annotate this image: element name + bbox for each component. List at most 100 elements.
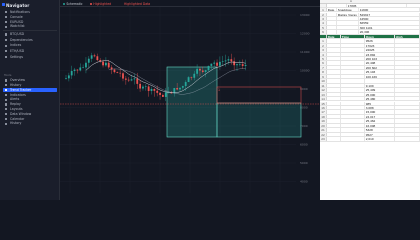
table-cell[interactable] — [341, 119, 365, 123]
table-cell[interactable] — [327, 12, 337, 16]
row-number[interactable]: 4 — [320, 21, 327, 25]
table-cell[interactable] — [327, 128, 341, 132]
table-cell[interactable]: 100,166 — [365, 74, 395, 79]
table-cell[interactable] — [327, 101, 341, 105]
row-number[interactable]: 7 — [320, 65, 327, 70]
table-cell[interactable]: Malgre Vieras — [337, 12, 359, 16]
table-cell[interactable] — [327, 21, 337, 25]
row-number[interactable]: 5 — [320, 57, 327, 61]
table-cell[interactable]: 985 — [365, 101, 395, 105]
table-cell[interactable]: 17805 — [347, 3, 407, 8]
table-cell[interactable] — [341, 132, 365, 137]
row-number[interactable]: 15 — [320, 101, 327, 106]
sidebar-item-layouts[interactable]: Layouts — [3, 107, 57, 112]
row-number[interactable]: 18 — [320, 114, 327, 119]
table-cell[interactable] — [327, 105, 341, 110]
table-cell[interactable] — [395, 39, 420, 43]
table-cell[interactable] — [337, 21, 359, 25]
row-number[interactable]: 2 — [320, 12, 327, 17]
table-cell[interactable]: 3,088 — [365, 105, 395, 110]
sidebar-item-trend-tracker[interactable]: Trend Tracker — [3, 87, 57, 93]
table-cell[interactable] — [327, 70, 341, 74]
chart-panel[interactable]: Schematic Highlighted Highlighted Data 1… — [60, 0, 320, 200]
table-cell[interactable] — [341, 105, 365, 110]
table-cell[interactable]: 9527 — [365, 132, 395, 137]
table-cell[interactable] — [395, 79, 420, 83]
table-cell[interactable] — [327, 43, 341, 48]
table-cell[interactable]: 300 1101 — [359, 25, 420, 30]
table-cell[interactable] — [327, 30, 337, 34]
row-number[interactable]: 1 — [320, 8, 327, 12]
row-number[interactable]: 20 — [320, 123, 327, 128]
tab-schematic[interactable]: Schematic — [63, 2, 83, 6]
row-number[interactable]: 12 — [320, 88, 327, 92]
table-cell[interactable] — [327, 79, 341, 83]
table-cell[interactable]: 16,008 — [365, 123, 395, 128]
table-cell[interactable] — [395, 74, 420, 79]
table-cell[interactable]: 23,892 — [365, 52, 395, 56]
row-number[interactable]: 1 — [320, 39, 327, 43]
table-cell[interactable] — [327, 114, 341, 119]
table-cell[interactable] — [327, 48, 341, 52]
table-cell[interactable] — [341, 48, 365, 52]
sidebar-item-console[interactable]: Console — [3, 15, 57, 20]
row-number[interactable]: 21 — [320, 128, 327, 132]
table-cell[interactable] — [327, 65, 341, 70]
table-cell[interactable]: 9526 — [365, 39, 395, 43]
table-cell[interactable]: 2,010 — [365, 137, 395, 141]
table-cell[interactable] — [327, 132, 341, 137]
sidebar-item-indices[interactable]: Indices — [3, 43, 57, 48]
row-number[interactable]: 13 — [320, 92, 327, 97]
table-cell[interactable] — [327, 92, 341, 97]
table-cell[interactable]: Snaddose — [337, 8, 359, 12]
row-number[interactable]: 16 — [320, 105, 327, 110]
sidebar-item-notifications[interactable]: Notifications — [3, 10, 57, 15]
table-cell[interactable] — [341, 101, 365, 105]
table-cell[interactable] — [341, 123, 365, 128]
table-cell[interactable] — [365, 79, 395, 83]
row-number[interactable]: 19 — [320, 119, 327, 123]
sidebar-item-history[interactable]: History — [3, 121, 57, 126]
table-cell[interactable]: 25,409 — [365, 88, 395, 92]
row-number[interactable]: 6 — [320, 61, 327, 65]
table-cell[interactable] — [327, 3, 347, 8]
table-cell[interactable] — [395, 65, 420, 70]
table-cell[interactable]: Date — [327, 8, 337, 12]
table-cell[interactable] — [327, 119, 341, 123]
table-cell[interactable] — [327, 74, 341, 79]
row-number[interactable]: 23 — [320, 137, 327, 141]
table-cell[interactable] — [395, 88, 420, 92]
row-number[interactable]: 10 — [320, 79, 327, 83]
table-cell[interactable] — [395, 43, 420, 48]
table-cell[interactable] — [341, 70, 365, 74]
row-number[interactable]: 22 — [320, 132, 327, 137]
table-cell[interactable] — [395, 101, 420, 105]
table-cell[interactable] — [341, 88, 365, 92]
table-cell[interactable] — [327, 39, 341, 43]
table-cell[interactable] — [341, 114, 365, 119]
table-cell[interactable]: 11900 — [359, 8, 420, 12]
table-cell[interactable] — [327, 97, 341, 101]
table-cell[interactable] — [327, 57, 341, 61]
row-number[interactable] — [320, 34, 327, 39]
table-cell[interactable] — [341, 83, 365, 88]
table-cell[interactable] — [327, 61, 341, 65]
table-cell[interactable] — [327, 110, 341, 114]
table-cell[interactable] — [327, 123, 341, 128]
row-number[interactable]: 11 — [320, 83, 327, 88]
tab-highlighted-data[interactable]: Highlighted Data — [124, 2, 150, 6]
row-number[interactable]: 8 — [320, 70, 327, 74]
sidebar-item-dependencies[interactable]: Dependencies — [3, 38, 57, 43]
sidebar-item-history[interactable]: History — [3, 83, 57, 88]
table-cell[interactable] — [395, 132, 420, 137]
table-cell[interactable] — [327, 16, 337, 21]
column-header-cell[interactable]: Date — [327, 34, 341, 39]
table-cell[interactable] — [395, 137, 420, 141]
table-cell[interactable] — [395, 92, 420, 97]
sidebar-item-btc-usd[interactable]: BTC/USD — [3, 32, 57, 37]
table-cell[interactable]: 25,480 — [365, 97, 395, 101]
table-cell[interactable] — [395, 123, 420, 128]
table-cell[interactable]: 20,408 — [365, 61, 395, 65]
column-header-cell[interactable]: High — [395, 34, 420, 39]
table-cell[interactable] — [395, 83, 420, 88]
